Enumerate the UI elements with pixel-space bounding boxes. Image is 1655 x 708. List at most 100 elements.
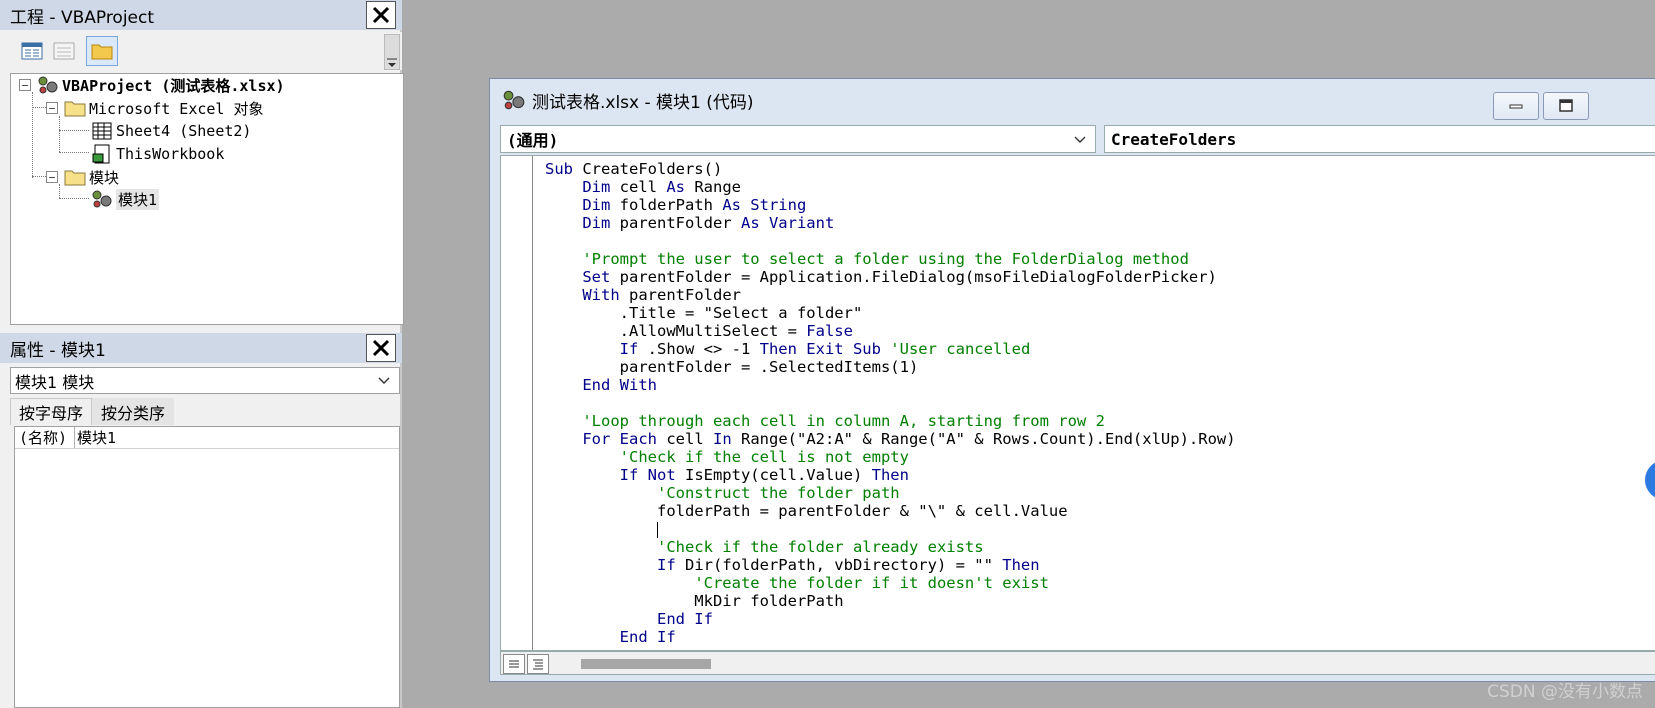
left-dock: 工程 - VBAProject − VBAProject (测试表格.xlsx)…: [0, 0, 404, 708]
toolbar-overflow-button[interactable]: [384, 34, 400, 70]
tree-label: Microsoft Excel 对象: [89, 99, 264, 118]
text-caret: [656, 521, 658, 538]
procedure-view-button[interactable]: [503, 654, 525, 674]
code-window-titlebar: 测试表格.xlsx - 模块1 (代码): [490, 79, 1655, 121]
code-keyword: Dim: [582, 196, 620, 214]
full-module-view-button[interactable]: [527, 654, 549, 674]
collapse-toggle[interactable]: −: [46, 102, 58, 114]
code-keyword: If: [619, 340, 648, 358]
folder-icon: [64, 167, 86, 187]
code-keyword: Then: [1002, 556, 1040, 574]
chevron-down-icon: [378, 377, 390, 384]
object-combo[interactable]: (通用): [500, 125, 1096, 153]
worksheet-icon: [91, 121, 113, 141]
horizontal-scrollbar-thumb[interactable]: [581, 659, 711, 669]
properties-pane-titlebar: 属性 - 模块1: [0, 333, 402, 363]
chevron-down-icon: [387, 58, 397, 67]
code-text: .Title = "Select a folder": [545, 304, 863, 322]
tree-label: 模块1: [116, 188, 160, 210]
tree-item-sheet4[interactable]: Sheet4 (Sheet2): [91, 119, 251, 143]
minimize-button[interactable]: [1493, 92, 1539, 120]
property-name: (名称): [15, 427, 75, 448]
code-keyword: As String: [722, 196, 807, 214]
code-line: End If: [545, 628, 1236, 646]
code-keyword: Then: [871, 466, 909, 484]
collapse-toggle[interactable]: −: [19, 79, 31, 91]
code-editor[interactable]: Sub CreateFolders() Dim cell As Range Di…: [500, 155, 1655, 651]
project-pane-titlebar: 工程 - VBAProject: [0, 0, 402, 30]
code-text: Dir(folderPath, vbDirectory) = "": [684, 556, 1003, 574]
tree-label: ThisWorkbook: [116, 145, 225, 163]
code-line: 'Prompt the user to select a folder usin…: [545, 250, 1236, 268]
properties-pane-close-button[interactable]: [366, 334, 396, 362]
code-text: parentFolder: [629, 286, 741, 304]
code-line: 'Loop through each cell in column A, sta…: [545, 412, 1236, 430]
code-comment: 'Check if the cell is not empty: [619, 448, 909, 466]
procedure-combo[interactable]: CreateFolders: [1104, 125, 1655, 153]
properties-object-select-value: 模块1 模块: [15, 372, 95, 392]
folder-icon: [91, 44, 113, 60]
view-object-icon: [53, 42, 75, 60]
code-keyword: For Each: [582, 430, 667, 448]
code-line: If Not IsEmpty(cell.Value) Then: [545, 466, 1236, 484]
collapse-toggle[interactable]: −: [46, 171, 58, 183]
code-text: cell: [619, 178, 667, 196]
property-value[interactable]: 模块1: [75, 427, 116, 448]
properties-object-select[interactable]: 模块1 模块: [10, 367, 400, 394]
watermark: CSDN @没有小数点: [1487, 682, 1643, 702]
code-keyword: Sub: [545, 160, 583, 178]
code-line: parentFolder = .SelectedItems(1): [545, 358, 1236, 376]
tree-label: Sheet4 (Sheet2): [116, 122, 252, 140]
tree-item-module1[interactable]: 模块1: [91, 187, 160, 211]
maximize-button[interactable]: [1543, 92, 1589, 120]
toggle-folders-button[interactable]: [86, 36, 118, 66]
code-comment: 'Construct the folder path: [656, 484, 900, 502]
view-code-button[interactable]: [16, 36, 48, 66]
code-text: .AllowMultiSelect =: [545, 322, 807, 340]
code-text: cell: [666, 430, 713, 448]
code-line: End If: [545, 610, 1236, 628]
code-lines: Sub CreateFolders() Dim cell As Range Di…: [545, 160, 1236, 646]
chevron-down-icon: [1074, 136, 1086, 143]
code-keyword: In: [713, 430, 741, 448]
view-object-button[interactable]: [48, 36, 80, 66]
code-bottom-bar: [500, 651, 1655, 675]
code-margin-indicator-bar[interactable]: [501, 156, 533, 650]
code-comment: 'Loop through each cell in column A, sta…: [582, 412, 1105, 430]
code-window-title: 测试表格.xlsx - 模块1 (代码): [532, 92, 754, 113]
code-window: 测试表格.xlsx - 模块1 (代码) (通用) CreateFolders …: [489, 78, 1655, 682]
code-keyword: If Not: [619, 466, 685, 484]
code-line: With parentFolder: [545, 286, 1236, 304]
tree-item-vbaproject[interactable]: − VBAProject (测试表格.xlsx): [19, 73, 285, 97]
full-module-view-icon: [533, 659, 543, 670]
code-combo-row: (通用) CreateFolders: [500, 125, 1655, 153]
module-icon: [503, 90, 525, 110]
tab-categorized[interactable]: 按分类序: [92, 398, 175, 425]
code-line: Dim folderPath As String: [545, 196, 1236, 214]
tree-item-excel-objects[interactable]: − Microsoft Excel 对象: [46, 96, 264, 120]
procedure-combo-value: CreateFolders: [1111, 129, 1237, 149]
code-line: 'Check if the cell is not empty: [545, 448, 1236, 466]
code-line: .AllowMultiSelect = False: [545, 322, 1236, 340]
code-keyword: Dim: [582, 178, 620, 196]
tree-item-thisworkbook[interactable]: ThisWorkbook: [91, 142, 224, 166]
project-tree: − VBAProject (测试表格.xlsx) − Microsoft Exc…: [10, 73, 404, 325]
property-row[interactable]: (名称) 模块1: [15, 427, 399, 449]
tree-item-modules[interactable]: − 模块: [46, 165, 119, 189]
tab-alphabetic[interactable]: 按字母序: [10, 398, 93, 425]
code-line: 'Create the folder if it doesn't exist: [545, 574, 1236, 592]
code-keyword: With: [582, 286, 629, 304]
code-text: parentFolder = .SelectedItems(1): [545, 358, 919, 376]
code-keyword: As: [666, 178, 695, 196]
code-keyword: False: [806, 322, 853, 340]
code-line: [545, 520, 1236, 538]
project-pane-close-button[interactable]: [366, 1, 396, 29]
code-keyword: End If: [656, 610, 713, 628]
